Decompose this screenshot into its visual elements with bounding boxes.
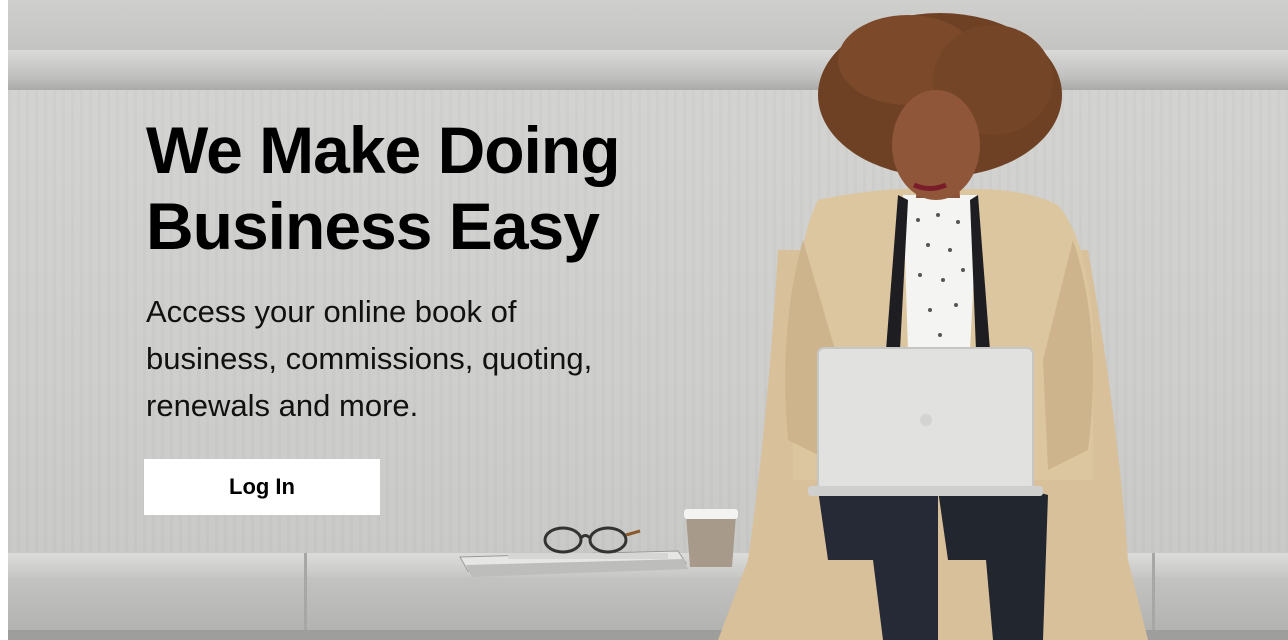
description-line-1: Access your online book of: [146, 294, 517, 329]
hero-description: Access your online book of business, com…: [146, 288, 706, 429]
bench-props-image: [459, 509, 738, 577]
description-line-3: renewals and more.: [146, 388, 419, 423]
page-headline: We Make Doing Business Easy: [146, 112, 746, 264]
hero-banner: We Make Doing Business Easy Access your …: [8, 0, 1288, 640]
description-line-2: business, commissions, quoting,: [146, 341, 593, 376]
log-in-button[interactable]: Log In: [144, 459, 380, 515]
headline-line-2: Business Easy: [146, 189, 600, 263]
woman-with-laptop-image: [718, 13, 1148, 640]
headline-line-1: We Make Doing: [146, 113, 621, 187]
laptop-logo-icon: [920, 414, 932, 426]
bench-joint: [304, 553, 307, 630]
glasses-icon: [543, 526, 641, 554]
